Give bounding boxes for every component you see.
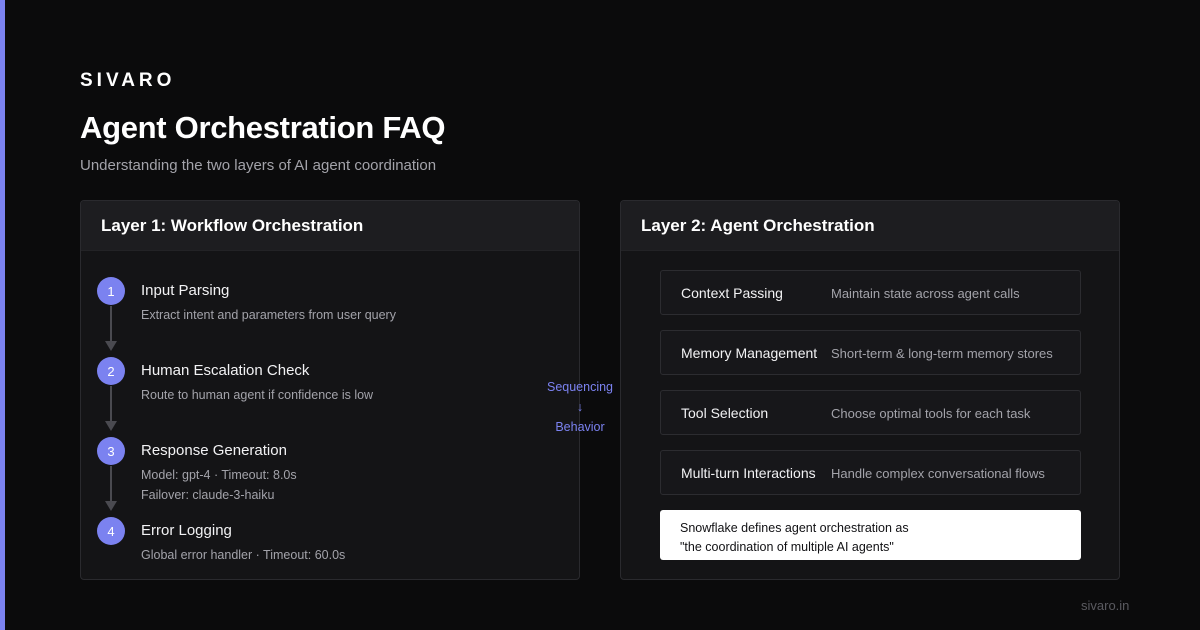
step-connector bbox=[110, 466, 112, 501]
feature-row-tool-selection: Tool Selection Choose optimal tools for … bbox=[660, 390, 1081, 435]
step-number-badge: 3 bbox=[97, 437, 125, 465]
step-number-badge: 4 bbox=[97, 517, 125, 545]
feature-row-context-passing: Context Passing Maintain state across ag… bbox=[660, 270, 1081, 315]
definition-quote: Snowflake defines agent orchestration as… bbox=[660, 510, 1081, 560]
step-description-line: Model: gpt-4 · Timeout: 8.0s bbox=[141, 468, 297, 482]
feature-name: Context Passing bbox=[681, 285, 783, 301]
arrow-down-icon bbox=[105, 421, 117, 431]
step-connector bbox=[110, 386, 112, 421]
agent-card-header: Layer 2: Agent Orchestration bbox=[621, 201, 1119, 251]
step-description-line: Extract intent and parameters from user … bbox=[141, 308, 396, 322]
feature-description: Maintain state across agent calls bbox=[831, 286, 1020, 301]
step-title: Input Parsing bbox=[141, 282, 230, 299]
bridge-label-bottom: Behavior bbox=[555, 420, 605, 434]
step-description: Route to human agent if confidence is lo… bbox=[141, 385, 373, 405]
step-description-line: Global error handler · Timeout: 60.0s bbox=[141, 548, 346, 562]
step-description-line: Route to human agent if confidence is lo… bbox=[141, 388, 374, 402]
arrow-down-icon: ↓ bbox=[576, 400, 584, 414]
feature-name: Tool Selection bbox=[681, 405, 769, 421]
step-title: Error Logging bbox=[141, 522, 232, 539]
step-description: Model: gpt-4 · Timeout: 8.0s Failover: c… bbox=[141, 465, 297, 505]
quote-line: Snowflake defines agent orchestration as bbox=[680, 521, 909, 535]
step-description: Extract intent and parameters from user … bbox=[141, 305, 396, 325]
feature-description: Handle complex conversational flows bbox=[831, 466, 1045, 481]
feature-name: Memory Management bbox=[681, 345, 818, 361]
workflow-card-header: Layer 1: Workflow Orchestration bbox=[81, 201, 579, 251]
sequencing-behavior-link: Sequencing ↓ Behavior bbox=[540, 377, 620, 437]
step-title: Human Escalation Check bbox=[141, 362, 310, 379]
feature-description: Short-term & long-term memory stores bbox=[831, 346, 1053, 361]
workflow-orchestration-card: Layer 1: Workflow Orchestration 1 Input … bbox=[80, 200, 580, 580]
arrow-down-icon bbox=[105, 501, 117, 511]
step-number-badge: 1 bbox=[97, 277, 125, 305]
step-connector bbox=[110, 306, 112, 341]
feature-description: Choose optimal tools for each task bbox=[831, 406, 1031, 421]
feature-row-memory-management: Memory Management Short-term & long-term… bbox=[660, 330, 1081, 375]
quote-line: "the coordination of multiple AI agents" bbox=[680, 540, 894, 554]
page-title: Agent Orchestration FAQ bbox=[80, 110, 446, 145]
footer-url: sivaro.in bbox=[1081, 598, 1130, 613]
feature-name: Multi-turn Interactions bbox=[681, 465, 816, 481]
brand-logo: SIVARO bbox=[80, 70, 176, 91]
agent-orchestration-card: Layer 2: Agent Orchestration Context Pas… bbox=[620, 200, 1120, 580]
step-number-badge: 2 bbox=[97, 357, 125, 385]
page-subtitle: Understanding the two layers of AI agent… bbox=[80, 157, 437, 174]
feature-row-multi-turn: Multi-turn Interactions Handle complex c… bbox=[660, 450, 1081, 495]
accent-bar bbox=[0, 0, 5, 630]
arrow-down-icon bbox=[105, 341, 117, 351]
step-description-line: Failover: claude-3-haiku bbox=[141, 488, 275, 502]
bridge-label-top: Sequencing bbox=[546, 380, 614, 394]
step-description: Global error handler · Timeout: 60.0s bbox=[141, 545, 345, 565]
step-title: Response Generation bbox=[141, 442, 287, 459]
